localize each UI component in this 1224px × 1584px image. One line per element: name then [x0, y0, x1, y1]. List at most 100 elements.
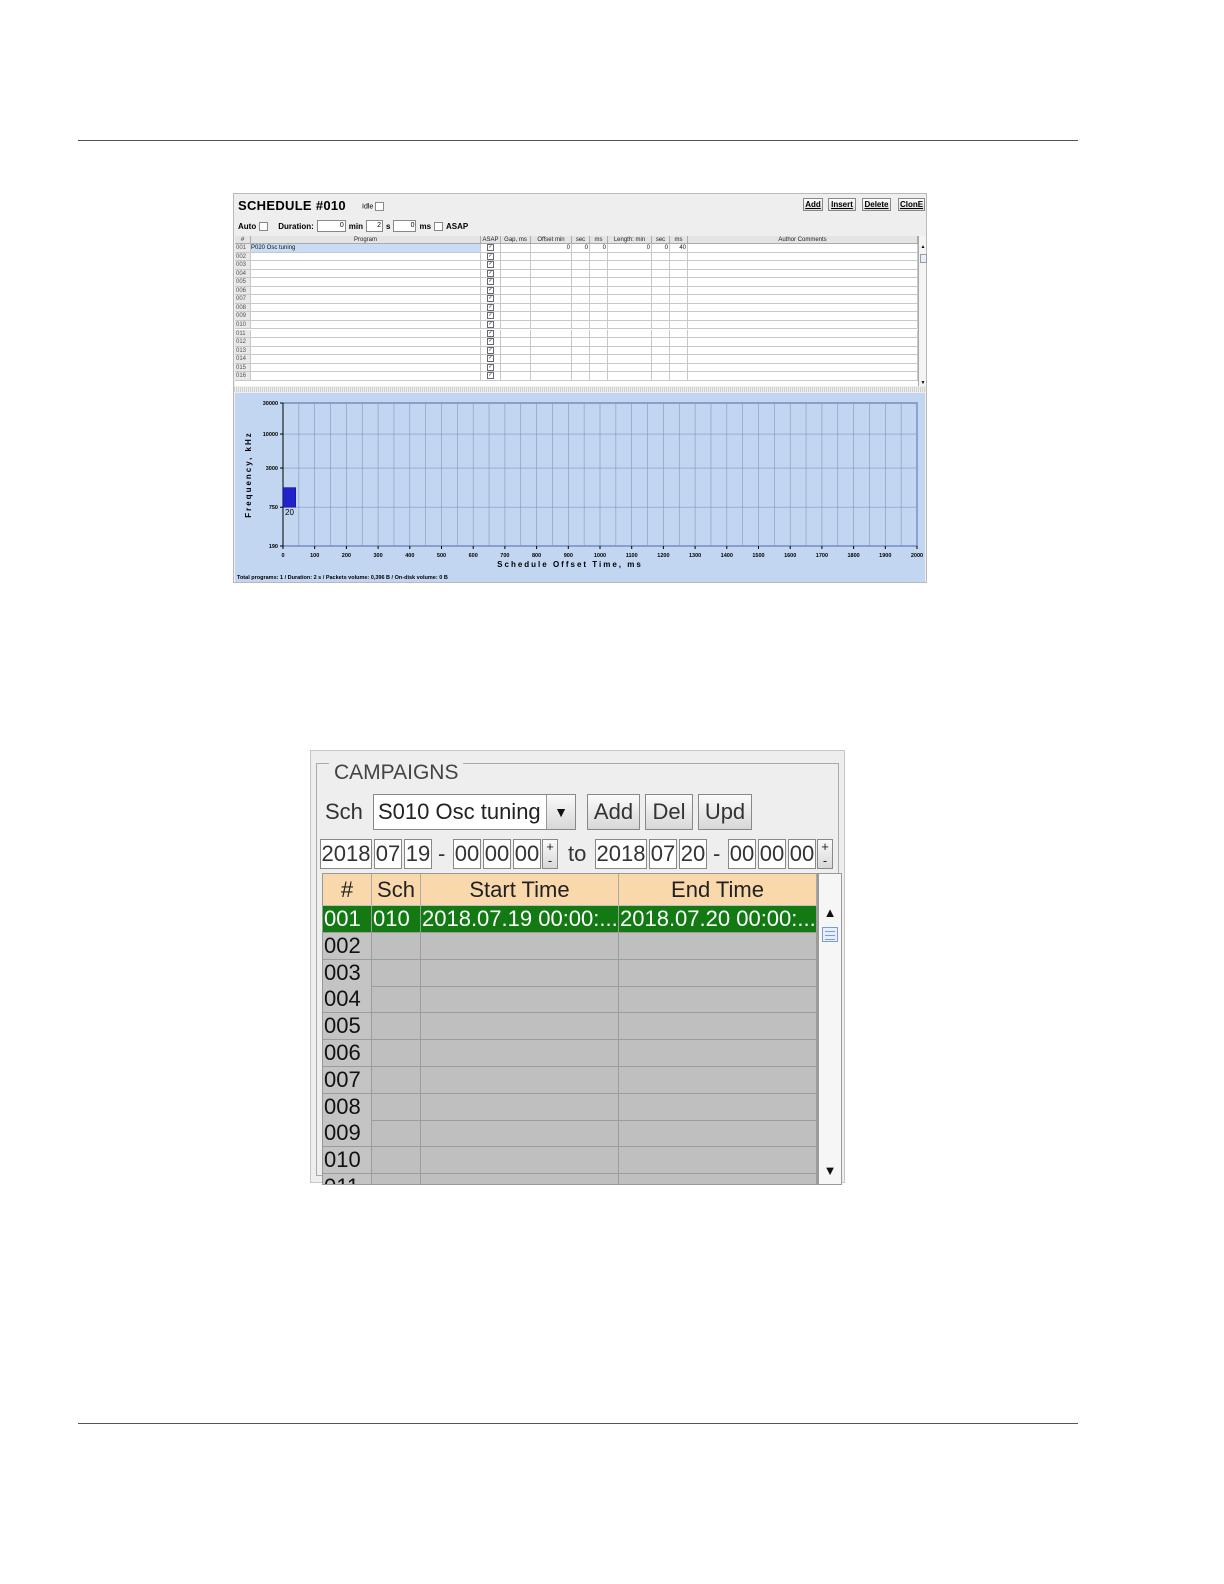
comment-cell[interactable] — [688, 261, 918, 270]
length-sec-cell[interactable] — [652, 338, 670, 347]
check-icon[interactable]: ✓ — [487, 286, 494, 294]
campaign-end-time[interactable] — [619, 1066, 817, 1094]
offset-min-cell[interactable] — [531, 329, 572, 338]
spin-down-icon[interactable]: - — [543, 854, 557, 868]
length-ms-cell[interactable] — [670, 320, 688, 330]
campaign-sch[interactable] — [372, 932, 421, 960]
check-icon[interactable]: ✓ — [487, 269, 494, 277]
campaign-number[interactable]: 001 — [323, 906, 372, 933]
schedule-delete-button[interactable]: Delete — [862, 198, 891, 211]
check-icon[interactable]: ✓ — [487, 303, 494, 311]
asap-cell[interactable]: ✓ — [481, 363, 501, 373]
column-header[interactable]: # — [235, 236, 251, 244]
length-sec-cell[interactable] — [652, 355, 670, 364]
check-icon[interactable]: ✓ — [487, 363, 494, 371]
campaign-start-time[interactable]: 2018.07.19 00:00:... — [421, 906, 619, 933]
gap-cell[interactable] — [501, 338, 531, 347]
comment-cell[interactable] — [688, 355, 918, 364]
duration-ms-input[interactable]: 0 — [393, 220, 417, 232]
campaign-sch[interactable] — [372, 1120, 421, 1148]
length-min-cell[interactable] — [608, 252, 652, 262]
offset-sec-cell[interactable] — [572, 252, 590, 262]
gap-cell[interactable] — [501, 363, 531, 373]
length-min-cell[interactable] — [608, 355, 652, 364]
comment-cell[interactable] — [688, 372, 918, 381]
gap-cell[interactable] — [501, 329, 531, 338]
asap-cell[interactable]: ✓ — [481, 329, 501, 338]
comment-cell[interactable] — [688, 329, 918, 338]
check-icon[interactable]: ✓ — [487, 312, 494, 320]
campaign-number[interactable]: 006 — [323, 1040, 372, 1067]
campaign-end-time[interactable] — [619, 1147, 817, 1175]
asap-cell[interactable]: ✓ — [481, 320, 501, 330]
comment-cell[interactable] — [688, 338, 918, 347]
asap-cell[interactable]: ✓ — [481, 303, 501, 313]
campaign-sch[interactable] — [372, 1093, 421, 1121]
offset-sec-cell[interactable] — [572, 355, 590, 364]
campaign-end-time[interactable]: 2018.07.20 00:00:... — [619, 906, 817, 933]
schedule-select[interactable]: S010 Osc tuning ▼ — [373, 794, 576, 830]
comment-cell[interactable] — [688, 269, 918, 279]
gap-cell[interactable] — [501, 286, 531, 296]
offset-ms-cell[interactable] — [590, 286, 608, 296]
asap-cell[interactable]: ✓ — [481, 252, 501, 262]
scroll-thumb[interactable] — [822, 927, 838, 942]
asap-cell[interactable]: ✓ — [481, 355, 501, 364]
asap-cell[interactable]: ✓ — [481, 244, 501, 253]
asap-cell[interactable]: ✓ — [481, 269, 501, 279]
offset-min-cell[interactable] — [531, 346, 572, 356]
column-header[interactable]: Sch — [372, 874, 421, 905]
auto-checkbox[interactable] — [259, 221, 269, 231]
offset-min-cell[interactable] — [531, 338, 572, 347]
comment-cell[interactable] — [688, 286, 918, 296]
program-cell[interactable] — [251, 338, 481, 347]
campaign-start-time[interactable] — [421, 1147, 619, 1175]
program-cell[interactable] — [251, 372, 481, 381]
offset-sec-cell[interactable] — [572, 295, 590, 304]
length-sec-cell[interactable] — [652, 261, 670, 270]
length-sec-cell[interactable] — [652, 329, 670, 338]
from-hour-field[interactable]: 00 — [453, 839, 481, 869]
length-sec-cell[interactable] — [652, 278, 670, 287]
check-icon[interactable]: ✓ — [487, 355, 494, 363]
asap-cell[interactable]: ✓ — [481, 278, 501, 287]
campaign-sch[interactable] — [372, 959, 421, 987]
length-min-cell[interactable] — [608, 346, 652, 356]
program-cell[interactable] — [251, 346, 481, 356]
length-min-cell[interactable] — [608, 303, 652, 313]
asap-cell[interactable]: ✓ — [481, 295, 501, 304]
length-sec-cell[interactable] — [652, 312, 670, 321]
gap-cell[interactable] — [501, 303, 531, 313]
length-sec-cell[interactable] — [652, 372, 670, 381]
comment-cell[interactable] — [688, 244, 918, 253]
offset-ms-cell[interactable] — [590, 295, 608, 304]
asap-cell[interactable]: ✓ — [481, 312, 501, 321]
gap-cell[interactable] — [501, 278, 531, 287]
scroll-up-icon[interactable]: ▲ — [919, 244, 927, 250]
schedule-insert-button[interactable]: Insert — [828, 198, 856, 211]
asap-cell[interactable]: ✓ — [481, 346, 501, 356]
scroll-down-icon[interactable]: ▼ — [819, 1160, 841, 1182]
program-cell[interactable] — [251, 295, 481, 304]
length-min-cell[interactable]: 0 — [608, 244, 652, 253]
campaign-number[interactable]: 005 — [323, 1013, 372, 1041]
asap-cell[interactable]: ✓ — [481, 372, 501, 381]
check-icon[interactable]: ✓ — [487, 329, 494, 337]
program-cell[interactable] — [251, 278, 481, 287]
offset-min-cell[interactable]: 0 — [531, 244, 572, 253]
offset-sec-cell[interactable] — [572, 372, 590, 381]
check-icon[interactable]: ✓ — [487, 252, 494, 260]
campaign-sch[interactable] — [372, 1066, 421, 1094]
idle-checkbox[interactable] — [375, 202, 385, 211]
from-month-field[interactable]: 07 — [374, 839, 402, 869]
length-ms-cell[interactable] — [670, 261, 688, 270]
check-icon[interactable]: ✓ — [487, 295, 494, 303]
campaign-number[interactable]: 010 — [323, 1147, 372, 1175]
length-ms-cell[interactable] — [670, 363, 688, 373]
splitter[interactable] — [234, 387, 926, 392]
to-minute-field[interactable]: 00 — [758, 839, 786, 869]
length-sec-cell[interactable] — [652, 320, 670, 330]
to-year-field[interactable]: 2018 — [595, 839, 647, 869]
from-time-spinner[interactable]: + - — [542, 839, 558, 869]
check-icon[interactable]: ✓ — [487, 320, 494, 328]
